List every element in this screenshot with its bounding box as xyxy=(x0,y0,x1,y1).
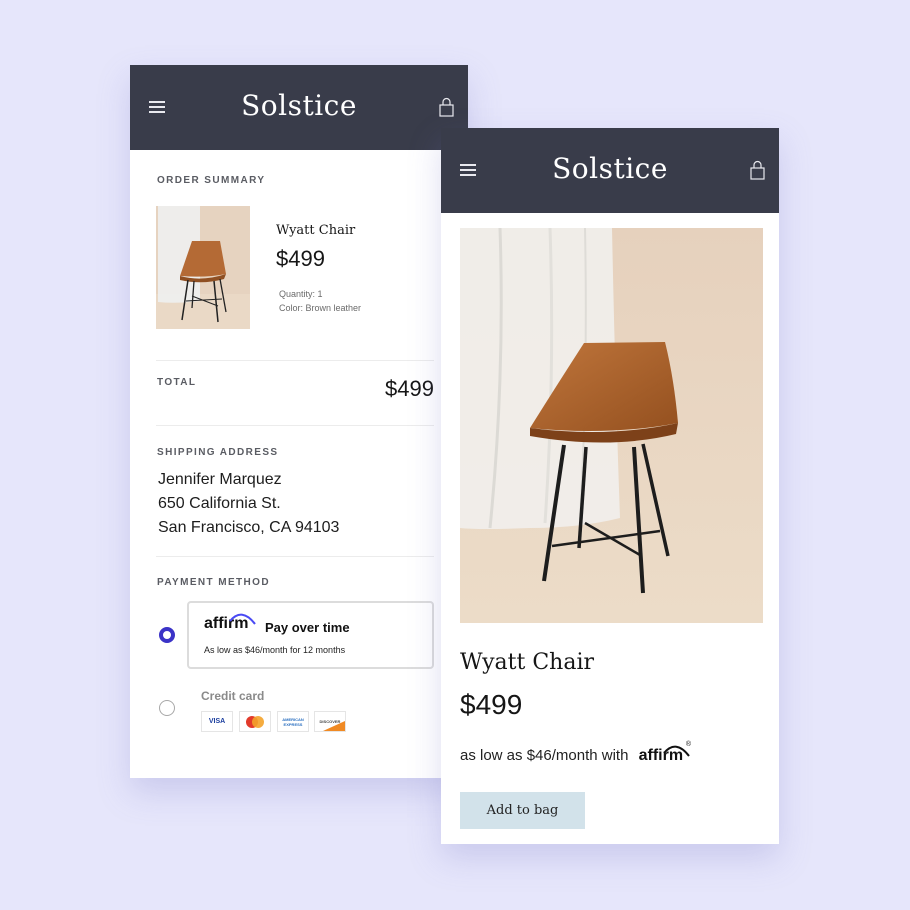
header: Solstice xyxy=(441,128,779,213)
divider xyxy=(156,425,434,426)
financing-message[interactable]: as low as $46/month with affirm ® xyxy=(460,741,692,765)
order-summary-label: ORDER SUMMARY xyxy=(157,175,266,186)
affirm-arc-icon xyxy=(229,613,256,625)
registered-mark-icon: ® xyxy=(685,741,692,748)
total-value: $499 xyxy=(385,376,434,401)
divider xyxy=(156,556,434,557)
product-thumbnail xyxy=(156,206,250,329)
affirm-option-title: Pay over time xyxy=(265,620,350,635)
visa-card-icon: VISA xyxy=(201,711,233,732)
shipping-address-label: SHIPPING ADDRESS xyxy=(157,447,279,458)
affirm-logo: affirm xyxy=(204,613,256,633)
total-label: TOTAL xyxy=(157,377,197,388)
shipping-city: San Francisco, CA 94103 xyxy=(158,519,340,536)
order-item-name: Wyatt Chair xyxy=(276,223,356,238)
affirm-logo: affirm ® xyxy=(638,741,692,764)
mastercard-icon xyxy=(239,711,271,732)
amex-card-icon: AMERICAN EXPRESS xyxy=(277,711,309,732)
order-item-price: $499 xyxy=(276,246,325,271)
order-item-color: Color: Brown leather xyxy=(279,303,362,313)
product-screen: Solstice Wyatt Chair $499 as low as $46/… xyxy=(441,128,779,844)
product-price: $499 xyxy=(460,689,523,720)
shipping-name: Jennifer Marquez xyxy=(158,471,282,488)
brand-logo[interactable]: Solstice xyxy=(130,89,468,122)
product-name: Wyatt Chair xyxy=(460,650,595,675)
shopping-bag-icon[interactable] xyxy=(439,97,454,117)
divider xyxy=(156,360,434,361)
credit-card-label[interactable]: Credit card xyxy=(201,689,264,703)
payment-method-label: PAYMENT METHOD xyxy=(157,577,270,588)
checkout-screen: Solstice ORDER SUMMARY Wyatt Chair $499 … xyxy=(130,65,468,778)
shipping-street: 650 California St. xyxy=(158,495,281,512)
header: Solstice xyxy=(130,65,468,150)
affirm-option-subtitle: As low as $46/month for 12 months xyxy=(204,645,346,655)
credit-card-radio[interactable] xyxy=(159,700,175,716)
shopping-bag-icon[interactable] xyxy=(750,160,765,180)
brand-logo[interactable]: Solstice xyxy=(441,152,779,185)
add-to-bag-button[interactable]: Add to bag xyxy=(460,792,585,829)
order-item-quantity: Quantity: 1 xyxy=(279,289,323,299)
financing-text: as low as $46/month with xyxy=(460,747,629,764)
discover-card-icon: DISCOVER xyxy=(314,711,346,732)
affirm-radio[interactable] xyxy=(159,627,175,643)
affirm-option[interactable]: affirm Pay over time As low as $46/month… xyxy=(187,601,434,669)
product-image xyxy=(460,228,763,623)
